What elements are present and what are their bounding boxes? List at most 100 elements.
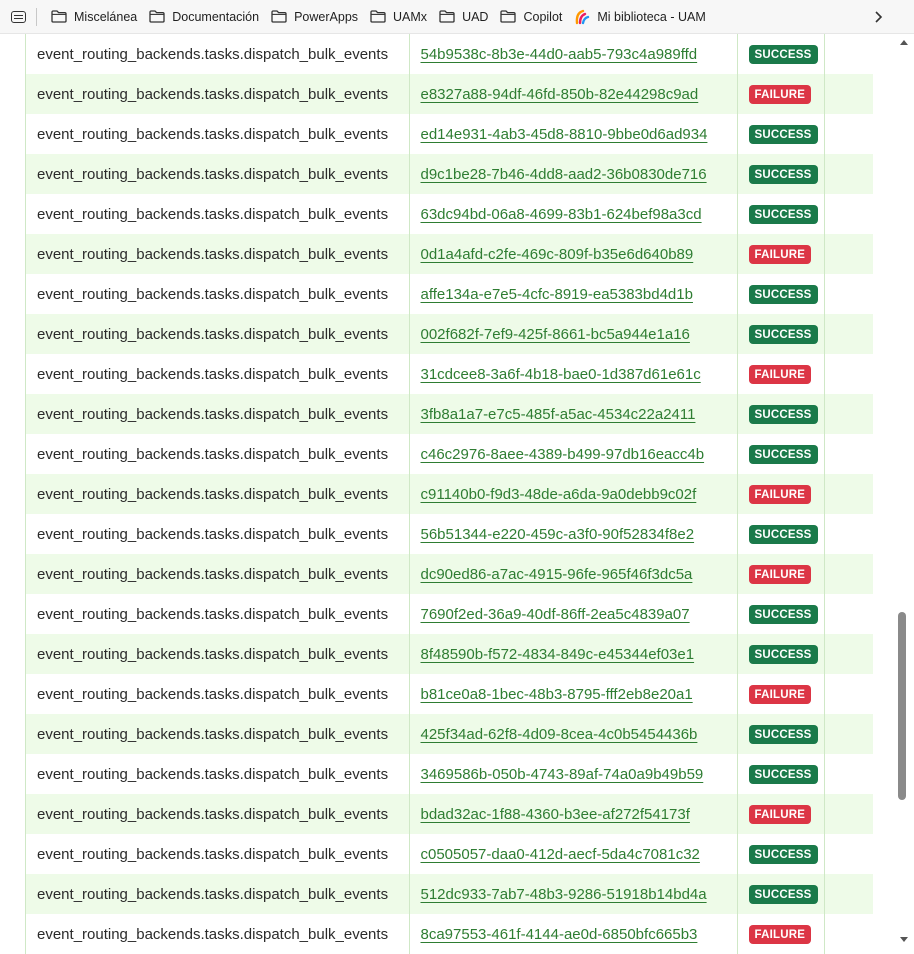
task-id-cell: 512dc933-7ab7-48b3-9286-51918b14bd4a	[409, 874, 738, 914]
scrollbar-thumb[interactable]	[898, 612, 906, 800]
task-id-link[interactable]: 512dc933-7ab7-48b3-9286-51918b14bd4a	[421, 886, 707, 903]
scroll-up-arrow-icon[interactable]	[900, 40, 908, 45]
table-row: event_routing_backends.tasks.dispatch_bu…	[26, 634, 874, 674]
task-status-cell: SUCCESS	[737, 394, 825, 434]
empty-cell	[824, 354, 874, 394]
table-row: event_routing_backends.tasks.dispatch_bu…	[26, 434, 874, 474]
folder-icon	[439, 10, 455, 23]
task-status-cell: FAILURE	[737, 674, 825, 714]
task-id-cell: c0505057-daa0-412d-aecf-5da4c7081c32	[409, 834, 738, 874]
task-id-link[interactable]: 425f34ad-62f8-4d09-8cea-4c0b5454436b	[421, 726, 698, 743]
task-status-cell: SUCCESS	[737, 834, 825, 874]
task-id-link[interactable]: 63dc94bd-06a8-4699-83b1-624bef98a3cd	[421, 206, 702, 223]
task-id-cell: 425f34ad-62f8-4d09-8cea-4c0b5454436b	[409, 714, 738, 754]
bookmark-item[interactable]: PowerApps	[267, 4, 366, 30]
task-id-link[interactable]: c46c2976-8aee-4389-b499-97db16eacc4b	[421, 446, 705, 463]
task-id-cell: d9c1be28-7b46-4dd8-aad2-36b0830de716	[409, 154, 738, 194]
status-badge: SUCCESS	[748, 164, 818, 184]
bookmark-label: UAMx	[393, 9, 428, 24]
task-name-cell: event_routing_backends.tasks.dispatch_bu…	[26, 754, 410, 794]
empty-cell	[824, 74, 874, 114]
bookmark-item[interactable]: Copilot	[496, 4, 570, 30]
task-status-cell: SUCCESS	[737, 314, 825, 354]
task-status-cell: SUCCESS	[737, 434, 825, 474]
table-row: event_routing_backends.tasks.dispatch_bu…	[26, 234, 874, 274]
status-badge: SUCCESS	[748, 284, 818, 304]
empty-cell	[824, 714, 874, 754]
scroll-down-arrow-icon[interactable]	[900, 937, 908, 942]
task-name-cell: event_routing_backends.tasks.dispatch_bu…	[26, 914, 410, 954]
table-row: event_routing_backends.tasks.dispatch_bu…	[26, 394, 874, 434]
task-status-cell: FAILURE	[737, 554, 825, 594]
bookmark-item[interactable]: Documentación	[145, 4, 267, 30]
status-badge: FAILURE	[748, 684, 812, 704]
task-name-cell: event_routing_backends.tasks.dispatch_bu…	[26, 394, 410, 434]
task-id-link[interactable]: affe134a-e7e5-4cfc-8919-ea5383bd4d1b	[421, 286, 693, 303]
chevron-right-icon[interactable]	[870, 9, 886, 25]
task-id-cell: c91140b0-f9d3-48de-a6da-9a0debb9c02f	[409, 474, 738, 514]
task-id-link[interactable]: dc90ed86-a7ac-4915-96fe-965f46f3dc5a	[421, 566, 693, 583]
task-status-cell: FAILURE	[737, 354, 825, 394]
bookmark-item[interactable]: Mi biblioteca - UAM	[570, 4, 713, 30]
task-id-link[interactable]: 002f682f-7ef9-425f-8661-bc5a944e1a16	[421, 326, 690, 343]
status-badge: SUCCESS	[748, 884, 818, 904]
status-badge: SUCCESS	[748, 644, 818, 664]
status-badge: SUCCESS	[748, 764, 818, 784]
task-id-link[interactable]: bdad32ac-1f88-4360-b3ee-af272f54173f	[421, 806, 690, 823]
task-id-cell: 0d1a4afd-c2fe-469c-809f-b35e6d640b89	[409, 234, 738, 274]
task-name-cell: event_routing_backends.tasks.dispatch_bu…	[26, 634, 410, 674]
task-name-cell: event_routing_backends.tasks.dispatch_bu…	[26, 114, 410, 154]
task-id-link[interactable]: e8327a88-94df-46fd-850b-82e44298c9ad	[421, 86, 699, 103]
task-id-link[interactable]: c0505057-daa0-412d-aecf-5da4c7081c32	[421, 846, 700, 863]
task-id-link[interactable]: 31cdcee8-3a6f-4b18-bae0-1d387d61e61c	[421, 366, 701, 383]
empty-cell	[824, 674, 874, 714]
task-status-cell: SUCCESS	[737, 114, 825, 154]
task-status-cell: FAILURE	[737, 234, 825, 274]
empty-cell	[824, 314, 874, 354]
task-id-link[interactable]: b81ce0a8-1bec-48b3-8795-fff2eb8e20a1	[421, 686, 693, 703]
task-name-cell: event_routing_backends.tasks.dispatch_bu…	[26, 594, 410, 634]
task-id-link[interactable]: 7690f2ed-36a9-40df-86ff-2ea5c4839a07	[421, 606, 690, 623]
task-id-link[interactable]: c91140b0-f9d3-48de-a6da-9a0debb9c02f	[421, 486, 697, 503]
task-id-link[interactable]: 8ca97553-461f-4144-ae0d-6850bfc665b3	[421, 926, 698, 943]
task-id-link[interactable]: 56b51344-e220-459c-a3f0-90f52834f8e2	[421, 526, 695, 543]
empty-cell	[824, 634, 874, 674]
bookmark-label: Mi biblioteca - UAM	[597, 9, 706, 24]
task-status-cell: FAILURE	[737, 794, 825, 834]
task-id-cell: 8ca97553-461f-4144-ae0d-6850bfc665b3	[409, 914, 738, 954]
task-name-cell: event_routing_backends.tasks.dispatch_bu…	[26, 834, 410, 874]
task-status-cell: SUCCESS	[737, 514, 825, 554]
empty-cell	[824, 834, 874, 874]
task-id-link[interactable]: 0d1a4afd-c2fe-469c-809f-b35e6d640b89	[421, 246, 694, 263]
table-row: event_routing_backends.tasks.dispatch_bu…	[26, 274, 874, 314]
task-id-link[interactable]: 54b9538c-8b3e-44d0-aab5-793c4a989ffd	[421, 46, 698, 63]
task-id-link[interactable]: d9c1be28-7b46-4dd8-aad2-36b0830de716	[421, 166, 707, 183]
task-name-cell: event_routing_backends.tasks.dispatch_bu…	[26, 314, 410, 354]
empty-cell	[824, 474, 874, 514]
task-name-cell: event_routing_backends.tasks.dispatch_bu…	[26, 234, 410, 274]
task-id-link[interactable]: 8f48590b-f572-4834-849c-e45344ef03e1	[421, 646, 695, 663]
table-row: event_routing_backends.tasks.dispatch_bu…	[26, 194, 874, 234]
task-id-cell: affe134a-e7e5-4cfc-8919-ea5383bd4d1b	[409, 274, 738, 314]
task-status-cell: SUCCESS	[737, 754, 825, 794]
task-name-cell: event_routing_backends.tasks.dispatch_bu…	[26, 674, 410, 714]
empty-cell	[824, 514, 874, 554]
tab-actions-menu-icon[interactable]	[10, 10, 28, 24]
empty-cell	[824, 154, 874, 194]
status-badge: SUCCESS	[748, 44, 818, 64]
folder-icon	[500, 10, 517, 23]
vertical-scrollbar[interactable]	[895, 34, 914, 954]
task-id-link[interactable]: 3469586b-050b-4743-89af-74a0a9b49b59	[421, 766, 704, 783]
empty-cell	[824, 114, 874, 154]
task-id-link[interactable]: ed14e931-4ab3-45d8-8810-9bbe0d6ad934	[421, 126, 708, 143]
task-status-cell: SUCCESS	[737, 154, 825, 194]
bookmark-item[interactable]: UAMx	[366, 4, 435, 30]
task-name-cell: event_routing_backends.tasks.dispatch_bu…	[26, 194, 410, 234]
task-status-cell: SUCCESS	[737, 874, 825, 914]
bookmark-item[interactable]: UAD	[435, 4, 496, 30]
status-badge: SUCCESS	[748, 404, 818, 424]
bookmark-item[interactable]: Miscelánea	[47, 4, 145, 30]
task-id-link[interactable]: 3fb8a1a7-e7c5-485f-a5ac-4534c22a2411	[421, 406, 696, 423]
task-status-cell: SUCCESS	[737, 594, 825, 634]
bookmark-label: PowerApps	[294, 9, 359, 24]
